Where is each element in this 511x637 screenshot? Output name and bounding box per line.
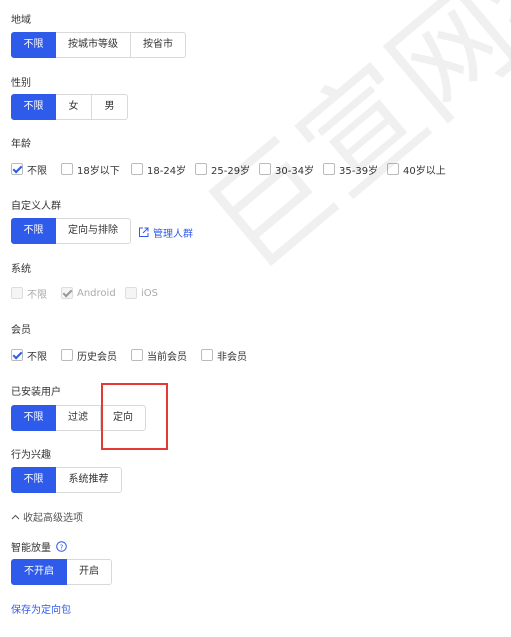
age-option-30-34[interactable]: 30-34岁 xyxy=(259,162,323,177)
gender-segmented: 不限 女 男 xyxy=(11,94,128,120)
age-checkbox-group: 不限 18岁以下 18-24岁 25-29岁 30-34岁 35-39岁 40岁… xyxy=(11,161,451,177)
membership-option-unlimited[interactable]: 不限 xyxy=(11,348,61,363)
installed-users-option-filter[interactable]: 过滤 xyxy=(56,405,101,431)
smart-boost-segmented: 不开启 开启 xyxy=(11,559,112,585)
smart-boost-label-row: 智能放量 ? xyxy=(11,539,67,554)
checkbox-icon xyxy=(195,163,207,175)
custom-audience-option-target-exclude[interactable]: 定向与排除 xyxy=(56,218,131,244)
checkbox-icon xyxy=(11,287,23,299)
chevron-up-icon xyxy=(11,514,20,519)
region-segmented: 不限 按城市等级 按省市 xyxy=(11,32,186,58)
save-as-package-link[interactable]: 保存为定向包 xyxy=(11,601,71,616)
gender-option-female[interactable]: 女 xyxy=(56,94,92,120)
custom-audience-label: 自定义人群 xyxy=(11,201,61,212)
checkbox-icon xyxy=(323,163,335,175)
region-option-city-level[interactable]: 按城市等级 xyxy=(56,32,131,58)
installed-users-label: 已安装用户 xyxy=(11,387,61,398)
installed-users-option-unlimited[interactable]: 不限 xyxy=(11,405,56,431)
custom-audience-option-unlimited[interactable]: 不限 xyxy=(11,218,56,244)
manage-audience-link[interactable]: 管理人群 xyxy=(138,225,193,240)
gender-label: 性别 xyxy=(11,78,31,89)
gender-option-male[interactable]: 男 xyxy=(92,94,128,120)
checkbox-icon xyxy=(387,163,399,175)
membership-option-past[interactable]: 历史会员 xyxy=(61,348,131,363)
checkbox-icon xyxy=(259,163,271,175)
help-question-icon[interactable]: ? xyxy=(56,541,67,552)
external-edit-icon xyxy=(139,227,149,237)
custom-audience-segmented: 不限 定向与排除 xyxy=(11,218,131,244)
membership-checkbox-group: 不限 历史会员 当前会员 非会员 xyxy=(11,347,261,363)
checkbox-checked-icon xyxy=(11,349,23,361)
behavior-interest-segmented: 不限 系统推荐 xyxy=(11,467,122,493)
checkbox-icon xyxy=(131,163,143,175)
membership-option-non[interactable]: 非会员 xyxy=(201,348,261,363)
age-option-18-24[interactable]: 18-24岁 xyxy=(131,162,195,177)
checkbox-icon xyxy=(61,349,73,361)
region-option-unlimited[interactable]: 不限 xyxy=(11,32,56,58)
behavior-interest-option-unlimited[interactable]: 不限 xyxy=(11,467,56,493)
system-label: 系统 xyxy=(11,264,31,275)
watermark: 巨宣网络 xyxy=(182,0,511,297)
checkbox-checked-icon xyxy=(61,287,73,299)
region-option-province[interactable]: 按省市 xyxy=(131,32,186,58)
gender-option-unlimited[interactable]: 不限 xyxy=(11,94,56,120)
system-option-ios: iOS xyxy=(125,287,175,299)
checkbox-icon xyxy=(201,349,213,361)
behavior-interest-option-recommend[interactable]: 系统推荐 xyxy=(56,467,122,493)
membership-option-current[interactable]: 当前会员 xyxy=(131,348,201,363)
age-option-35-39[interactable]: 35-39岁 xyxy=(323,162,387,177)
age-option-unlimited[interactable]: 不限 xyxy=(11,162,61,177)
age-option-over-40[interactable]: 40岁以上 xyxy=(387,162,451,177)
smart-boost-label: 智能放量 xyxy=(11,543,51,554)
system-option-unlimited: 不限 xyxy=(11,286,61,301)
system-option-android: Android xyxy=(61,287,125,299)
svg-text:?: ? xyxy=(60,543,64,551)
highlight-box xyxy=(101,383,168,450)
collapse-advanced-link[interactable]: 收起高级选项 xyxy=(11,509,83,524)
smart-boost-option-on[interactable]: 开启 xyxy=(67,559,112,585)
age-option-25-29[interactable]: 25-29岁 xyxy=(195,162,259,177)
system-checkbox-group: 不限 Android iOS xyxy=(11,285,175,301)
membership-label: 会员 xyxy=(11,325,31,336)
region-label: 地域 xyxy=(11,15,31,26)
age-label: 年龄 xyxy=(11,139,31,150)
checkbox-icon xyxy=(61,163,73,175)
checkbox-icon xyxy=(125,287,137,299)
checkbox-checked-icon xyxy=(11,163,23,175)
age-option-under-18[interactable]: 18岁以下 xyxy=(61,162,131,177)
smart-boost-option-off[interactable]: 不开启 xyxy=(11,559,67,585)
checkbox-icon xyxy=(131,349,143,361)
behavior-interest-label: 行为兴趣 xyxy=(11,450,51,461)
